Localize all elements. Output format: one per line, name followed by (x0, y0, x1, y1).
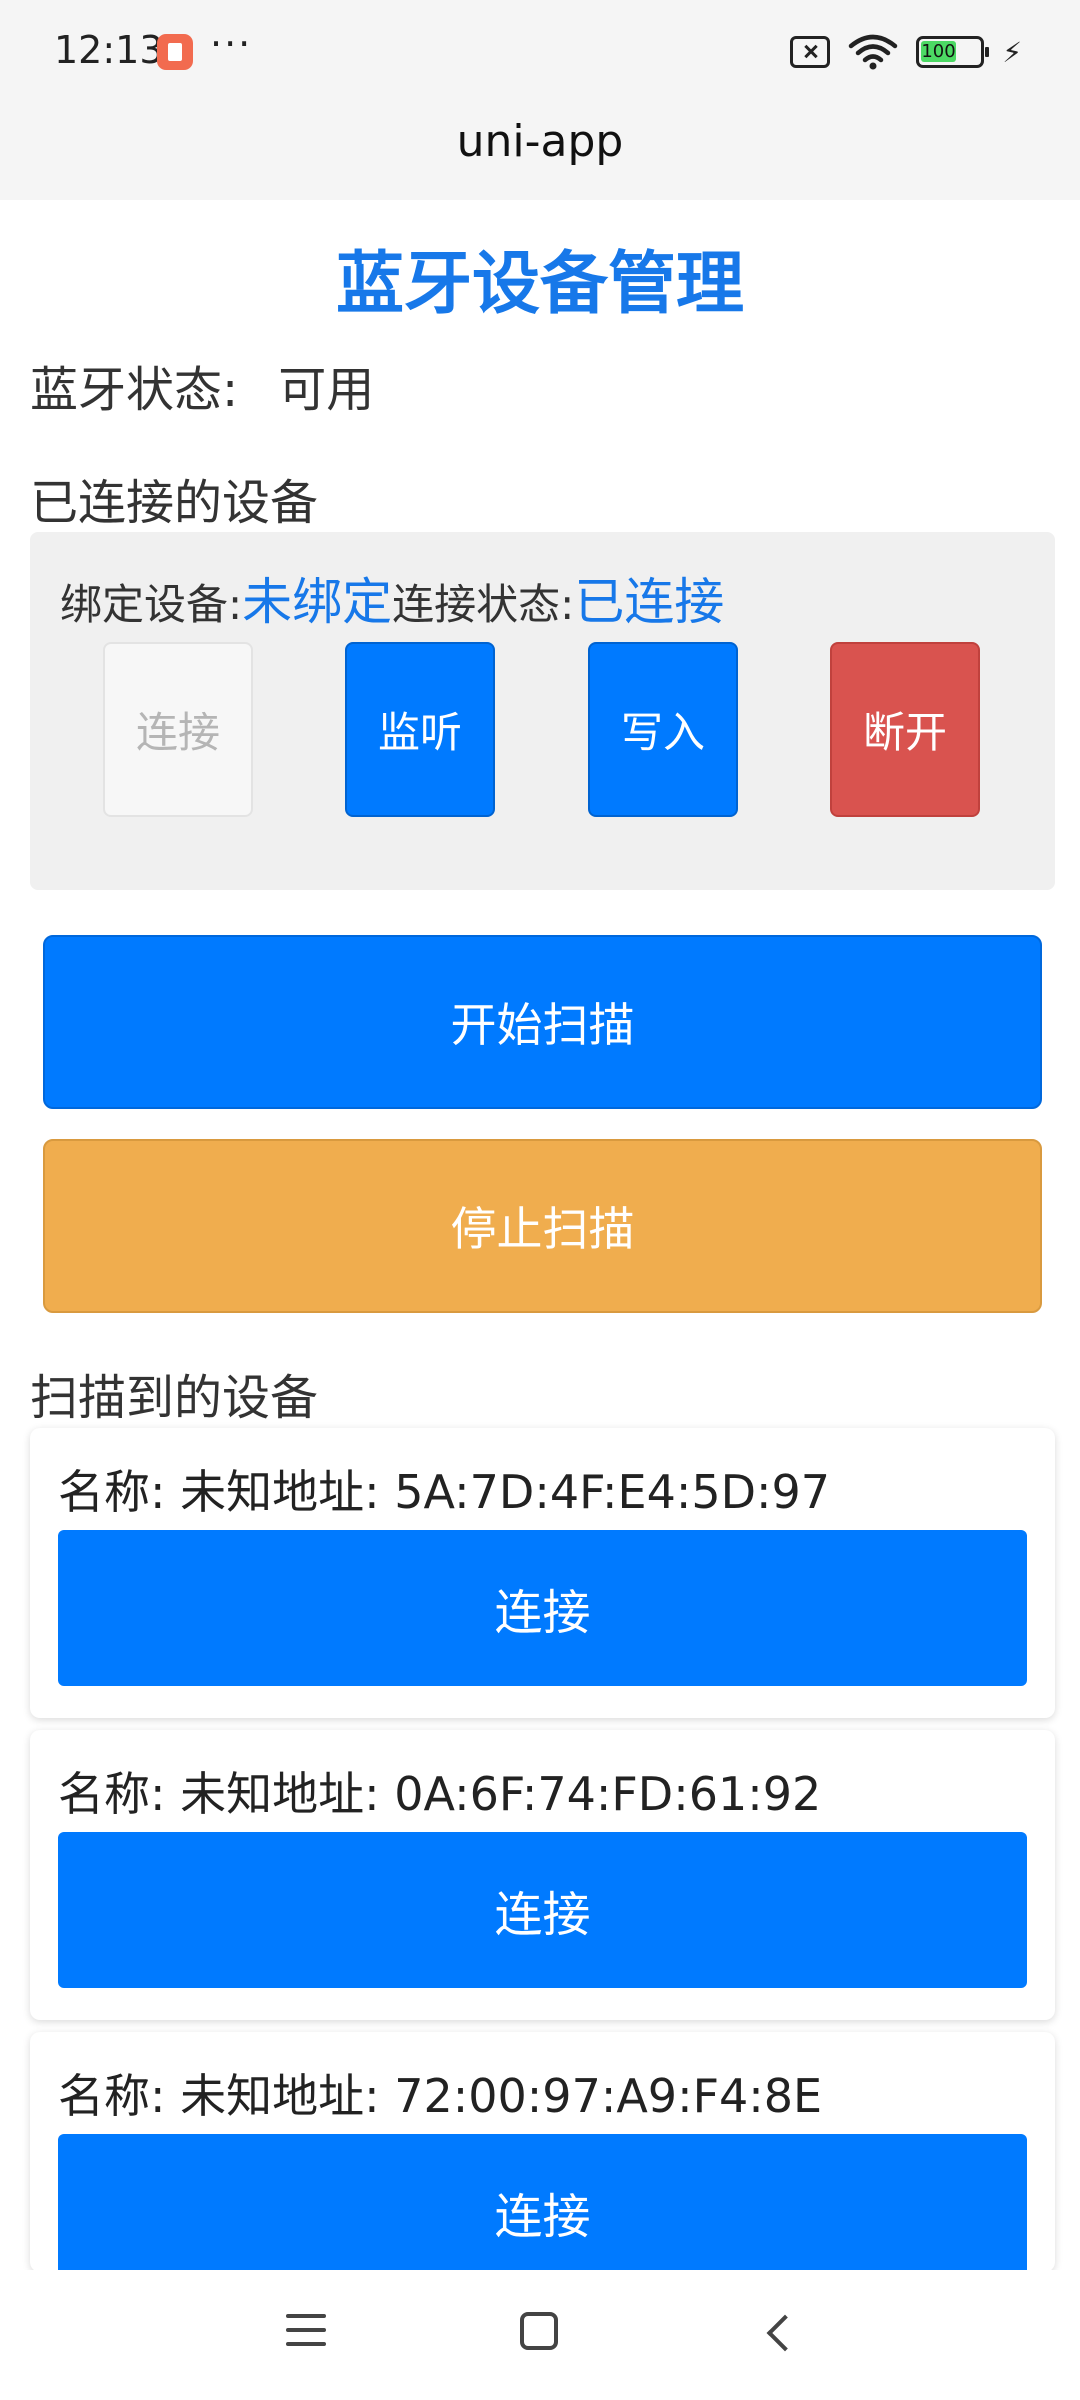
bluetooth-status-value: 可用 (278, 362, 375, 418)
app-notification-icon (157, 34, 193, 70)
stop-scan-button[interactable]: 停止扫描 (43, 1139, 1042, 1313)
device-card: 名称: 未知地址: 0A:6F:74:FD:61:92 连接 (30, 1730, 1055, 2020)
device-info: 名称: 未知地址: 72:00:97:A9:F4:8E (58, 2069, 823, 2123)
page-title: 蓝牙设备管理 (335, 245, 744, 324)
write-button[interactable]: 写入 (588, 642, 738, 817)
bind-value: 未绑定 (242, 573, 393, 631)
conn-status-label: 连接状态: (392, 580, 575, 629)
bluetooth-status-label: 蓝牙状态: (30, 362, 239, 418)
device-card: 名称: 未知地址: 72:00:97:A9:F4:8E 连接 (30, 2032, 1055, 2272)
nav-title: uni-app (456, 116, 624, 167)
device-connect-button[interactable]: 连接 (58, 1530, 1027, 1686)
charging-icon: ⚡ (1002, 35, 1022, 69)
no-sim-icon (790, 36, 831, 68)
connect-button[interactable]: 连接 (103, 642, 253, 817)
more-notifications-icon: ··· (210, 22, 253, 66)
system-nav-bar (0, 2270, 1080, 2400)
status-icons: 100 ⚡ (790, 32, 1022, 72)
device-info: 名称: 未知地址: 5A:7D:4F:E4:5D:97 (58, 1465, 831, 1519)
nav-bar: uni-app (0, 100, 1080, 200)
home-icon[interactable] (520, 2312, 558, 2350)
connected-device-panel: 绑定设备:未绑定连接状态:已连接 连接 监听 写入 断开 (30, 532, 1055, 890)
wifi-icon (849, 34, 898, 70)
device-connect-button[interactable]: 连接 (58, 2134, 1027, 2272)
device-card: 名称: 未知地址: 5A:7D:4F:E4:5D:97 连接 (30, 1428, 1055, 1718)
disconnect-button[interactable]: 断开 (830, 642, 980, 817)
bind-label: 绑定设备: (60, 580, 243, 629)
conn-status-value: 已连接 (574, 573, 725, 631)
battery-level: 100 (921, 41, 956, 62)
status-time: 12:13 (54, 28, 164, 72)
status-bar: 12:13 ··· 100 ⚡ (0, 0, 1080, 100)
connected-section-title: 已连接的设备 (30, 475, 319, 531)
start-scan-button[interactable]: 开始扫描 (43, 935, 1042, 1109)
bind-info-line: 绑定设备:未绑定连接状态:已连接 (60, 562, 724, 634)
listen-button[interactable]: 监听 (345, 642, 495, 817)
menu-icon[interactable] (286, 2314, 326, 2350)
device-connect-button[interactable]: 连接 (58, 1832, 1027, 1988)
battery-icon: 100 (916, 36, 990, 68)
scanned-section-title: 扫描到的设备 (30, 1370, 319, 1426)
bluetooth-status: 蓝牙状态: 可用 (30, 350, 374, 420)
device-info: 名称: 未知地址: 0A:6F:74:FD:61:92 (58, 1767, 822, 1821)
back-icon[interactable] (762, 2314, 798, 2350)
